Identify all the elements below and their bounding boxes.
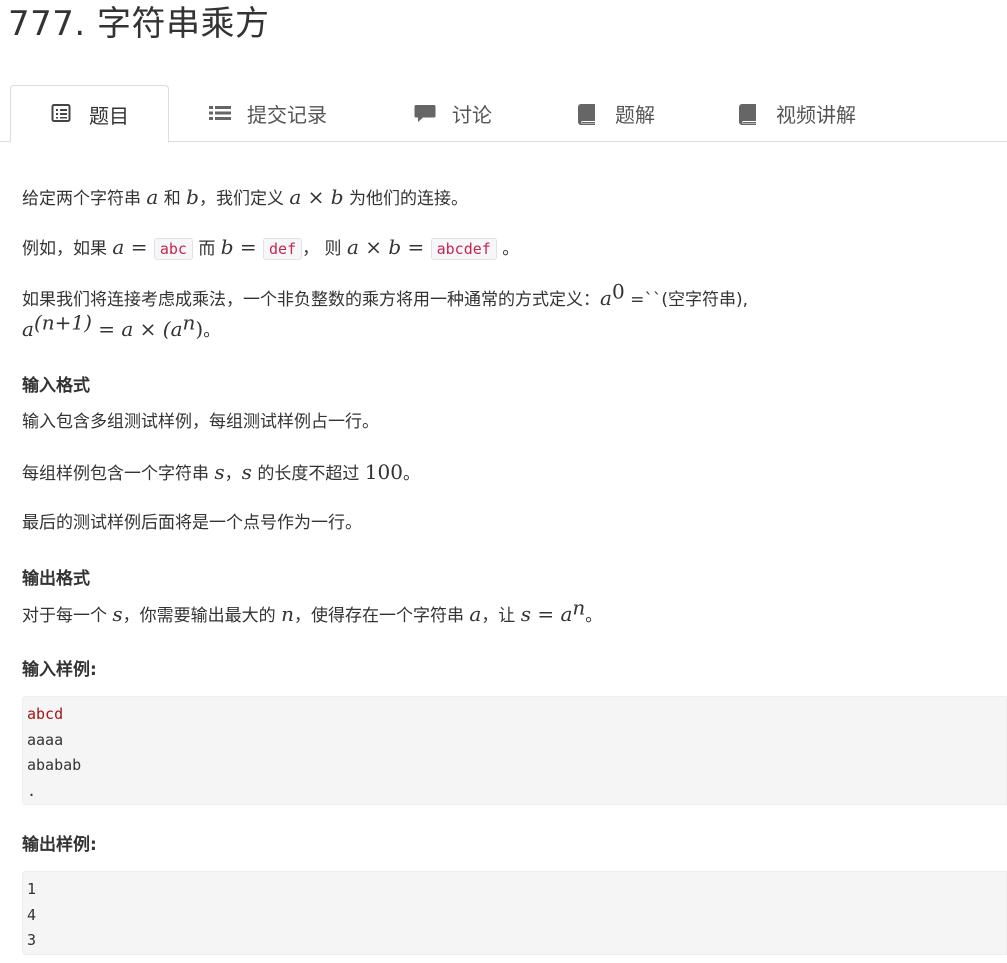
math-var: a [469, 602, 482, 626]
sample-input-line: aaaa [27, 730, 64, 749]
math-sup: n [572, 595, 586, 620]
sample-input-line: ababab [27, 756, 82, 774]
tab-label: 题目 [89, 103, 129, 128]
math-var: a [600, 286, 612, 310]
inline-code: abc [153, 238, 193, 260]
sample-input-heading: 输入样例: [22, 660, 97, 680]
math-number: 100 [364, 460, 403, 484]
sample-output-line: 4 [27, 905, 37, 924]
math-var: b [220, 235, 234, 259]
desc-paragraph-3: 如果我们将连接考虑成乘法，一个非负整数的乘方将用一种通常的方式定义：a0 =``… [22, 281, 748, 313]
math-op: = [401, 235, 431, 259]
text: 如果我们将连接考虑成乘法，一个非负整数的乘方将用一种通常的方式定义： [22, 290, 600, 310]
book-icon [577, 103, 599, 125]
output-format-paragraph: 对于每一个 s，你需要输出最大的 n，使得存在一个字符串 a，让 s = an。 [22, 597, 603, 629]
math-op: = [124, 235, 154, 259]
text: ，你需要输出最大的 [122, 606, 282, 626]
math-var: s [241, 460, 252, 484]
text: 。 [203, 321, 221, 341]
text: 。 [585, 606, 603, 626]
tab-problem[interactable]: 题目 [10, 85, 169, 143]
math-expr: = a × (a [91, 317, 183, 341]
tab-submissions[interactable]: 提交记录 [209, 85, 327, 142]
sample-output-line: 1 [27, 880, 37, 898]
comment-icon [414, 103, 436, 125]
inline-code: abcdef [430, 238, 497, 260]
text: ， 则 [302, 239, 347, 259]
text: ，我们定义 [198, 189, 290, 209]
sample-input-line: . [27, 781, 37, 800]
text: 给定两个字符串 [22, 189, 147, 209]
list-alt-icon [51, 103, 73, 125]
input-format-paragraph-2: 每组样例包含一个字符串 s，s 的长度不超过 100。 [22, 459, 420, 487]
list-icon [209, 103, 231, 125]
math-expr: s = a [520, 602, 573, 626]
sample-output-block: 1 4 3 [22, 871, 1007, 955]
output-format-heading: 输出格式 [22, 569, 90, 589]
book-icon [738, 103, 760, 125]
math-var: n [281, 602, 294, 626]
text: 为他们的连接。 [343, 189, 468, 209]
text: =``(空字符串), [624, 290, 748, 310]
text: 。 [402, 464, 420, 484]
inline-code: def [263, 238, 303, 260]
tab-label: 题解 [615, 103, 655, 127]
tab-label: 视频讲解 [776, 103, 856, 127]
tab-bar: 题目 提交记录 讨论 题解 视频讲解 [0, 85, 1007, 143]
sample-output-heading: 输出样例: [22, 835, 97, 855]
sample-input-line: abcd [27, 705, 64, 723]
text: ，让 [481, 606, 521, 626]
desc-paragraph-3-formula: a(n+1) = a × (an)。 [22, 312, 221, 344]
math-expr: a × b [346, 235, 402, 259]
math-sup: 0 [611, 279, 625, 304]
tab-video-explanation[interactable]: 视频讲解 [738, 85, 856, 142]
text: 对于每一个 [22, 606, 113, 626]
text: 每组样例包含一个字符串 [22, 464, 215, 484]
text: 。 [496, 239, 520, 259]
math-var: s [214, 460, 225, 484]
text: 而 [192, 239, 221, 259]
math-var: a [22, 317, 34, 341]
page-title: 777. 字符串乘方 [8, 4, 270, 44]
input-format-paragraph-3: 最后的测试样例后面将是一个点号作为一行。 [22, 513, 362, 533]
math-var: a [146, 185, 159, 209]
text: ， [224, 464, 242, 484]
math-expr: a × b [289, 185, 344, 209]
input-format-paragraph-1: 输入包含多组测试样例，每组测试样例占一行。 [22, 412, 379, 432]
tab-solutions[interactable]: 题解 [577, 85, 655, 142]
math-var: a [112, 235, 125, 259]
text: 例如，如果 [22, 239, 113, 259]
math-sup: (n+1) [33, 310, 92, 335]
sample-output-line: 3 [27, 931, 37, 949]
sample-input-block: abcd aaaa ababab . [22, 696, 1007, 805]
input-format-heading: 输入格式 [22, 376, 90, 396]
text: ，使得存在一个字符串 [293, 606, 470, 626]
desc-paragraph-1: 给定两个字符串 a 和 b，我们定义 a × b 为他们的连接。 [22, 184, 468, 212]
text: 和 [158, 189, 187, 209]
desc-paragraph-2: 例如，如果 a = abc 而 b = def， 则 a × b = abcde… [22, 234, 519, 262]
math-op: = [233, 235, 264, 259]
math-var: s [112, 602, 123, 626]
tab-label: 提交记录 [247, 103, 327, 127]
tab-discussion[interactable]: 讨论 [414, 85, 492, 142]
text: 的长度不超过 [251, 464, 365, 484]
math-var: b [186, 185, 199, 209]
math-sup: n [182, 310, 196, 335]
tab-label: 讨论 [452, 103, 492, 127]
